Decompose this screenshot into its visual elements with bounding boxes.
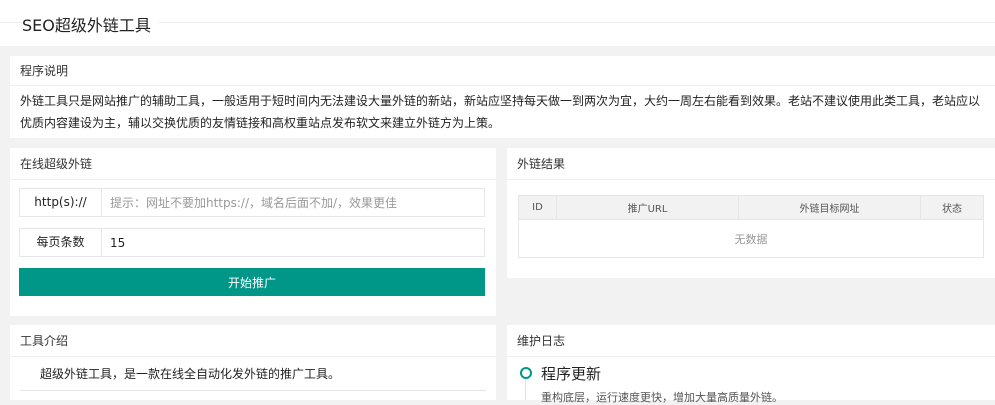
log-entry-title: 程序更新 <box>541 365 602 383</box>
table-row: 无数据 <box>518 219 984 258</box>
description-text: 外链工具只是网站推广的辅助工具，一般适用于短时间内无法建设大量外链的新站，新站应… <box>20 94 981 130</box>
column-header-url: 推广URL <box>556 195 739 220</box>
top-bar: SEO超级外链工具 <box>0 0 995 46</box>
timeline-line <box>525 380 526 400</box>
log-card: 维护日志 程序更新 重构底层，运行速度更快，增加大量高质量外链。 <box>507 325 995 404</box>
intro-title: 工具介绍 <box>10 325 496 357</box>
results-table: ID 推广URL 外链目标网址 状态 无数据 <box>518 195 984 258</box>
log-title: 维护日志 <box>507 325 995 357</box>
column-header-id: ID <box>518 195 557 220</box>
page-title: SEO超级外链工具 <box>22 12 159 36</box>
count-label: 每页条数 <box>20 229 102 256</box>
intro-text: 超级外链工具，是一款在线全自动化发外链的推广工具。 <box>40 367 341 381</box>
url-input[interactable] <box>102 189 484 216</box>
column-header-status: 状态 <box>920 195 984 220</box>
column-header-target: 外链目标网址 <box>738 195 921 220</box>
url-label: http(s):// <box>20 189 102 216</box>
timeline-dot-icon <box>520 367 532 379</box>
results-table-wrap: ID 推广URL 外链目标网址 状态 无数据 <box>518 195 984 258</box>
intro-card: 工具介绍 超级外链工具，是一款在线全自动化发外链的推广工具。 <box>10 325 496 400</box>
description-card: 程序说明 外链工具只是网站推广的辅助工具，一般适用于短时间内无法建设大量外链的新… <box>10 56 995 138</box>
count-input[interactable] <box>102 229 484 256</box>
log-entry-text: 重构底层，运行速度更快，增加大量高质量外链。 <box>541 391 783 404</box>
results-title: 外链结果 <box>507 148 995 180</box>
table-header-row: ID 推广URL 外链目标网址 状态 <box>518 195 984 220</box>
intro-divider <box>20 390 486 391</box>
empty-state: 无数据 <box>518 219 984 258</box>
start-promotion-button[interactable]: 开始推广 <box>19 268 485 296</box>
results-card: 外链结果 ID 推广URL 外链目标网址 状态 无数据 <box>507 148 995 278</box>
url-row: http(s):// <box>19 188 485 217</box>
description-title: 程序说明 <box>10 56 995 86</box>
count-row: 每页条数 <box>19 228 485 257</box>
form-title: 在线超级外链 <box>10 148 496 180</box>
